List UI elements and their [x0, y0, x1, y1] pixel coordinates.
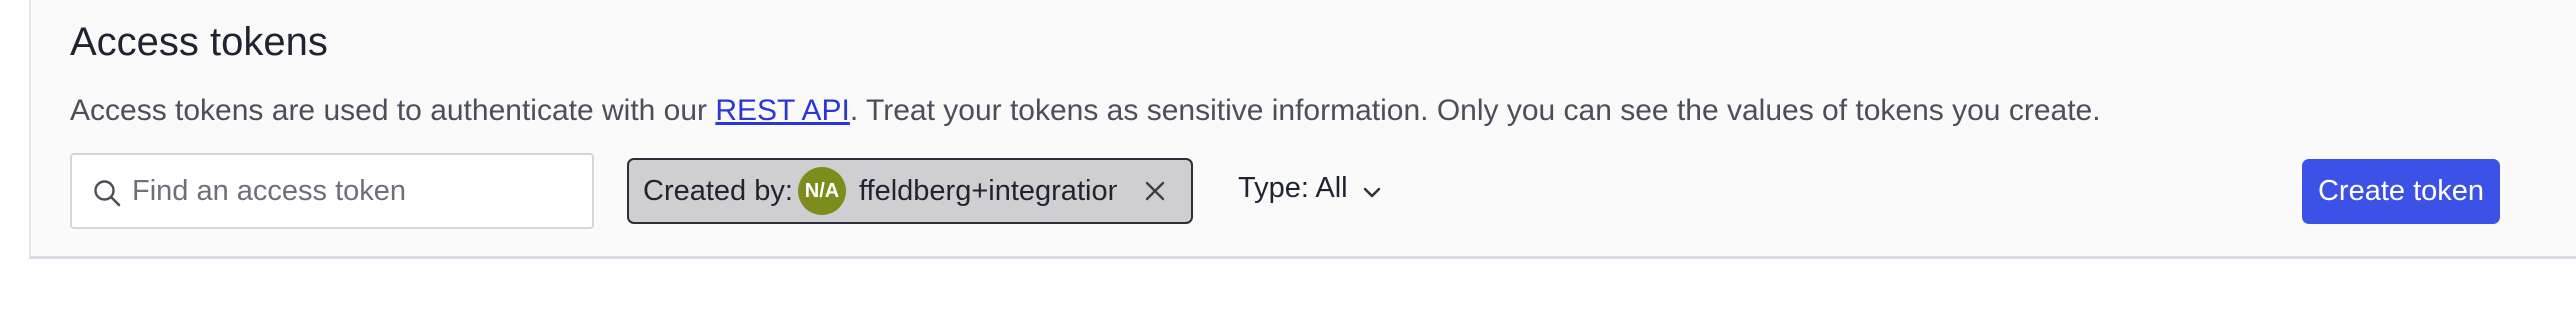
description-text-end: . Treat your tokens as sensitive informa…: [849, 94, 2101, 127]
page-title: Access tokens: [70, 20, 328, 64]
type-filter-label: Type: All: [1238, 172, 1348, 204]
search-box[interactable]: [70, 153, 594, 229]
type-filter-dropdown[interactable]: Type: All: [1238, 172, 1381, 212]
filter-chip-label: Created by:: [643, 175, 793, 207]
description: Access tokens are used to authenticate w…: [70, 94, 2101, 128]
close-icon[interactable]: [1141, 177, 1169, 205]
description-text-start: Access tokens are used to authenticate w…: [70, 94, 716, 127]
created-by-filter-chip[interactable]: Created by: N/A ffeldberg+integration: [627, 158, 1193, 224]
chevron-down-icon: [1363, 187, 1381, 198]
filter-chip-user: ffeldberg+integration: [859, 175, 1117, 207]
search-input[interactable]: [132, 155, 572, 227]
rest-api-link[interactable]: REST API: [715, 94, 850, 127]
create-token-button[interactable]: Create token: [2302, 159, 2500, 224]
avatar: N/A: [798, 167, 846, 215]
page: Access tokens Access tokens are used to …: [0, 0, 2576, 318]
search-icon: [94, 180, 121, 207]
